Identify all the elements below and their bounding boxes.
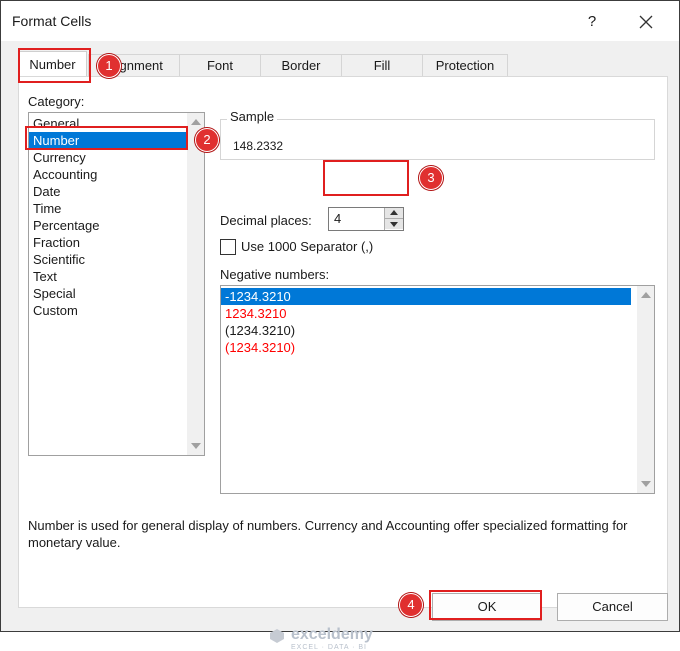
dialog-title: Format Cells bbox=[12, 13, 92, 29]
format-cells-dialog: Format Cells ? Number Alignment Font Bor… bbox=[0, 0, 680, 651]
negative-numbers-list[interactable]: -1234.3210 1234.3210 (1234.3210) (1234.3… bbox=[220, 285, 655, 494]
format-description: Number is used for general display of nu… bbox=[28, 518, 628, 550]
negative-option-3[interactable]: (1234.3210) bbox=[221, 322, 631, 339]
step-badge-2: 2 bbox=[195, 128, 219, 152]
spinner-down-button[interactable] bbox=[385, 219, 403, 229]
category-item-text[interactable]: Text bbox=[29, 268, 190, 285]
number-tab-panel: Category: General Number Currency Accoun… bbox=[18, 76, 668, 608]
negative-numbers-scrollbar[interactable] bbox=[637, 286, 654, 493]
scroll-down-arrow-icon[interactable] bbox=[641, 481, 651, 487]
category-item-custom[interactable]: Custom bbox=[29, 302, 190, 319]
tab-font[interactable]: Font bbox=[179, 54, 261, 77]
scroll-down-arrow-icon[interactable] bbox=[191, 443, 201, 449]
category-item-percentage[interactable]: Percentage bbox=[29, 217, 190, 234]
decimal-places-value[interactable]: 4 bbox=[334, 211, 341, 226]
tab-fill[interactable]: Fill bbox=[341, 54, 423, 77]
category-list[interactable]: General Number Currency Accounting Date … bbox=[28, 112, 205, 456]
category-label: Category: bbox=[28, 94, 85, 109]
sample-value: 148.2332 bbox=[233, 139, 284, 153]
use-1000-separator-label[interactable]: Use 1000 Separator (,) bbox=[241, 239, 373, 254]
step-badge-1: 1 bbox=[97, 54, 121, 78]
highlight-decimal-places bbox=[323, 160, 409, 196]
negative-option-2[interactable]: 1234.3210 bbox=[221, 305, 631, 322]
chevron-down-icon bbox=[390, 222, 398, 227]
highlight-number-tab bbox=[18, 48, 91, 83]
decimal-places-label: Decimal places: bbox=[220, 213, 312, 228]
category-item-scientific[interactable]: Scientific bbox=[29, 251, 190, 268]
sample-group bbox=[220, 119, 655, 160]
negative-numbers-label: Negative numbers: bbox=[220, 267, 330, 282]
cancel-button[interactable]: Cancel bbox=[557, 593, 668, 621]
tab-border[interactable]: Border bbox=[260, 54, 342, 77]
decimal-places-spinner[interactable]: 4 bbox=[328, 207, 404, 231]
title-bar: Format Cells ? bbox=[1, 1, 679, 41]
spinner-buttons bbox=[384, 208, 403, 230]
step-badge-3: 3 bbox=[419, 166, 443, 190]
chevron-up-icon bbox=[390, 210, 398, 215]
help-button[interactable]: ? bbox=[581, 11, 603, 33]
category-item-date[interactable]: Date bbox=[29, 183, 190, 200]
watermark-tagline: EXCEL · DATA · BI bbox=[291, 644, 367, 651]
negative-option-1[interactable]: -1234.3210 bbox=[221, 288, 631, 305]
use-1000-separator-checkbox[interactable] bbox=[220, 239, 236, 255]
category-item-time[interactable]: Time bbox=[29, 200, 190, 217]
category-item-special[interactable]: Special bbox=[29, 285, 190, 302]
spinner-up-button[interactable] bbox=[385, 208, 403, 219]
close-button[interactable] bbox=[633, 9, 659, 35]
category-item-fraction[interactable]: Fraction bbox=[29, 234, 190, 251]
sample-label: Sample bbox=[227, 109, 278, 124]
category-scrollbar[interactable] bbox=[187, 113, 204, 455]
tab-protection[interactable]: Protection bbox=[422, 54, 508, 77]
category-item-accounting[interactable]: Accounting bbox=[29, 166, 190, 183]
highlight-ok-button bbox=[429, 590, 542, 620]
scroll-up-arrow-icon[interactable] bbox=[641, 292, 651, 298]
negative-option-4[interactable]: (1234.3210) bbox=[221, 339, 631, 356]
scroll-up-arrow-icon[interactable] bbox=[191, 119, 201, 125]
category-item-currency[interactable]: Currency bbox=[29, 149, 190, 166]
exceldemy-logo-icon bbox=[270, 629, 284, 643]
watermark-name: exceldemy bbox=[291, 626, 373, 643]
highlight-number-category bbox=[25, 126, 188, 150]
close-icon bbox=[639, 15, 653, 29]
step-badge-4: 4 bbox=[399, 593, 423, 617]
